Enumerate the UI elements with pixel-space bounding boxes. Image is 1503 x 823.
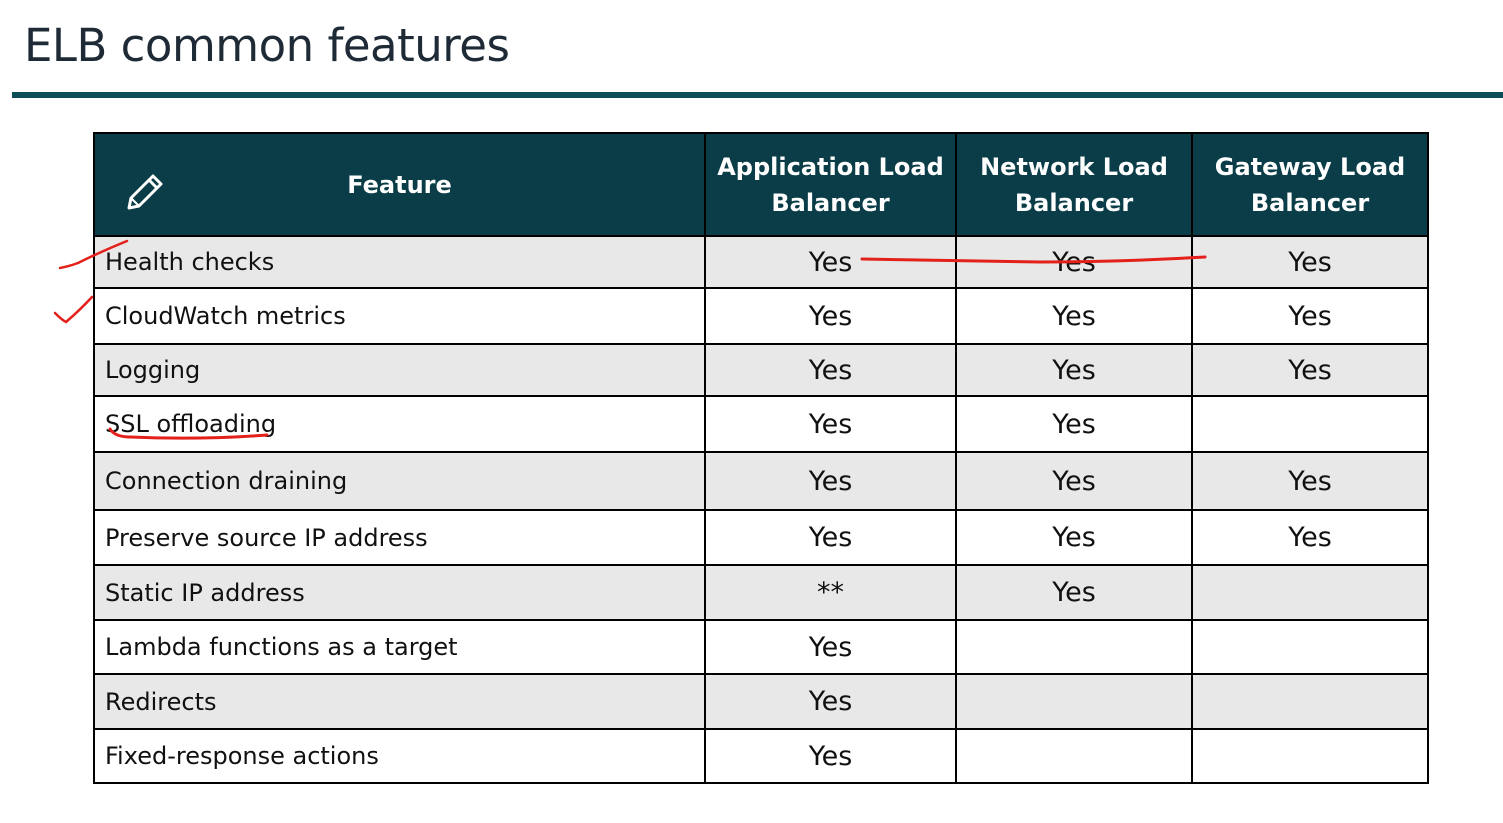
cell-nlb: Yes — [955, 451, 1193, 511]
table-row: Preserve source IP address Yes Yes Yes — [93, 509, 1429, 566]
cell-nlb — [955, 673, 1193, 730]
cell-feature: Preserve source IP address — [93, 509, 706, 566]
header-alb: Application Load Balancer — [704, 132, 957, 237]
cell-nlb: Yes — [955, 287, 1193, 345]
cell-glb: Yes — [1191, 451, 1429, 511]
table-row: Logging Yes Yes Yes — [93, 343, 1429, 397]
cell-glb: Yes — [1191, 235, 1429, 289]
title-rule — [12, 92, 1503, 98]
table-row: Fixed-response actions Yes — [93, 728, 1429, 784]
header-feature: Feature — [93, 132, 706, 237]
header-glb: Gateway Load Balancer — [1191, 132, 1429, 237]
cell-glb: Yes — [1191, 343, 1429, 397]
cell-feature: Redirects — [93, 673, 706, 730]
cell-nlb: Yes — [955, 343, 1193, 397]
cell-glb — [1191, 395, 1429, 453]
cell-feature: Static IP address — [93, 564, 706, 621]
cell-nlb: Yes — [955, 235, 1193, 289]
header-nlb: Network Load Balancer — [955, 132, 1193, 237]
table-row: SSL offloading Yes Yes — [93, 395, 1429, 453]
cell-glb: Yes — [1191, 287, 1429, 345]
cell-alb: ** — [704, 564, 957, 621]
cell-alb: Yes — [704, 287, 957, 345]
feature-table: Feature Application Load Balancer Networ… — [93, 132, 1429, 784]
table-header-row: Feature Application Load Balancer Networ… — [93, 132, 1429, 237]
cell-alb: Yes — [704, 673, 957, 730]
cell-glb — [1191, 564, 1429, 621]
cell-nlb: Yes — [955, 564, 1193, 621]
cell-nlb: Yes — [955, 509, 1193, 566]
table-row: CloudWatch metrics Yes Yes Yes — [93, 287, 1429, 345]
cell-alb: Yes — [704, 235, 957, 289]
slide-title: ELB common features — [24, 19, 510, 72]
table-row: Static IP address ** Yes — [93, 564, 1429, 621]
table-row: Connection draining Yes Yes Yes — [93, 451, 1429, 511]
cell-alb: Yes — [704, 728, 957, 784]
cell-glb: Yes — [1191, 509, 1429, 566]
header-feature-label: Feature — [347, 170, 452, 199]
cell-feature: Connection draining — [93, 451, 706, 511]
cell-alb: Yes — [704, 509, 957, 566]
checkmark-annotation — [53, 295, 94, 324]
cell-alb: Yes — [704, 619, 957, 675]
cell-feature: SSL offloading — [93, 395, 706, 453]
cell-nlb — [955, 728, 1193, 784]
cell-feature: Lambda functions as a target — [93, 619, 706, 675]
cell-nlb — [955, 619, 1193, 675]
feature-table-container: Feature Application Load Balancer Networ… — [93, 132, 1429, 784]
cell-feature: CloudWatch metrics — [93, 287, 706, 345]
cell-feature: Health checks — [93, 235, 706, 289]
cell-feature: Fixed-response actions — [93, 728, 706, 784]
pencil-icon — [127, 174, 163, 210]
cell-feature: Logging — [93, 343, 706, 397]
cell-glb — [1191, 728, 1429, 784]
table-row: Lambda functions as a target Yes — [93, 619, 1429, 675]
cell-alb: Yes — [704, 343, 957, 397]
cell-alb: Yes — [704, 451, 957, 511]
cell-alb: Yes — [704, 395, 957, 453]
cell-glb — [1191, 619, 1429, 675]
table-row: Health checks Yes Yes Yes — [93, 235, 1429, 289]
cell-glb — [1191, 673, 1429, 730]
cell-nlb: Yes — [955, 395, 1193, 453]
table-row: Redirects Yes — [93, 673, 1429, 730]
